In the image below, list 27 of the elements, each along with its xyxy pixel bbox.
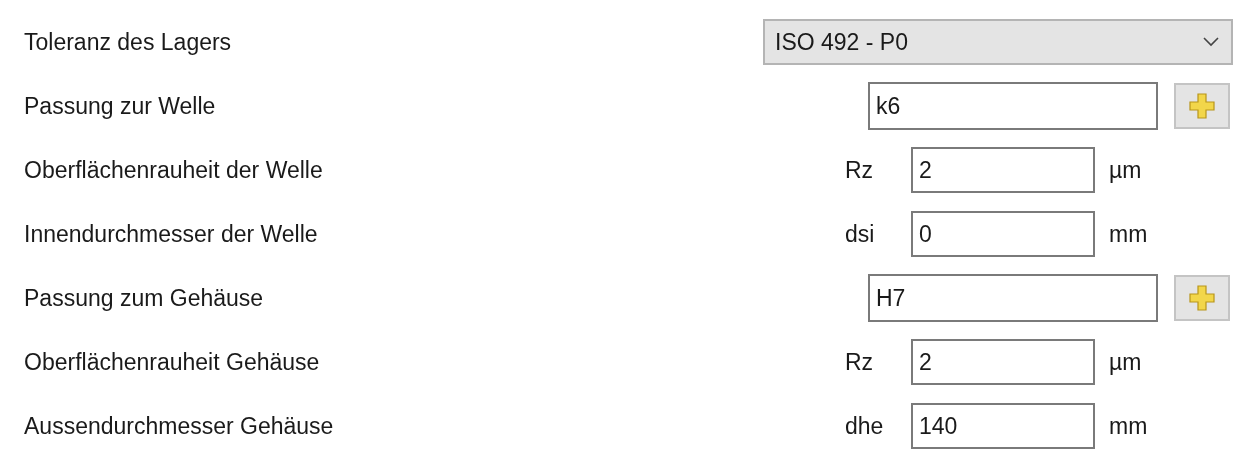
field-label: Aussendurchmesser Gehäuse	[24, 412, 335, 440]
field-label: Passung zum Gehäuse	[24, 284, 265, 312]
field-label: Toleranz des Lagers	[24, 28, 233, 56]
plus-icon	[1188, 284, 1216, 312]
add-button[interactable]	[1174, 83, 1230, 129]
value-input-field[interactable]: 2	[911, 339, 1095, 385]
symbol-label: dsi	[845, 220, 876, 248]
unit-label: µm	[1109, 348, 1142, 376]
fit-input-field[interactable]: H7	[868, 274, 1158, 322]
add-button[interactable]	[1174, 275, 1230, 321]
chevron-down-icon	[1203, 37, 1219, 47]
field-label: Oberflächenrauheit Gehäuse	[24, 348, 321, 376]
symbol-label: Rz	[845, 348, 875, 376]
symbol-label: dhe	[845, 412, 885, 440]
value-input-field[interactable]: 140	[911, 403, 1095, 449]
plus-icon	[1188, 92, 1216, 120]
field-label: Innendurchmesser der Welle	[24, 220, 319, 248]
fit-input-field[interactable]: k6	[868, 82, 1158, 130]
field-label: Passung zur Welle	[24, 92, 217, 120]
unit-label: mm	[1109, 412, 1148, 440]
value-input-field[interactable]: 2	[911, 147, 1095, 193]
tolerance-dropdown[interactable]: ISO 492 - P0	[763, 19, 1233, 65]
unit-label: mm	[1109, 220, 1148, 248]
field-label: Oberflächenrauheit der Welle	[24, 156, 324, 184]
unit-label: µm	[1109, 156, 1142, 184]
symbol-label: Rz	[845, 156, 875, 184]
value-input-field[interactable]: 0	[911, 211, 1095, 257]
